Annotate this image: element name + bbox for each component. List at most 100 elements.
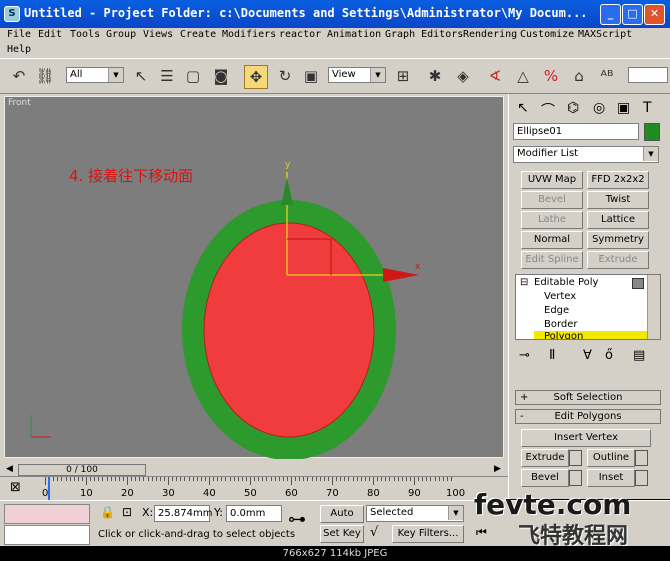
stack-expand-icon[interactable]: ⊟ bbox=[520, 277, 528, 288]
set-key-button[interactable]: Set Key bbox=[320, 525, 364, 543]
set-key-icon[interactable]: ⊶ bbox=[288, 509, 306, 530]
pivot-icon[interactable]: ⊞ bbox=[392, 65, 414, 87]
motion-tab-icon[interactable]: ◎ bbox=[593, 100, 605, 116]
snap-icon[interactable]: ◈ bbox=[452, 65, 474, 87]
move-icon[interactable]: ✥ bbox=[244, 65, 268, 89]
track-bar[interactable]: ⊠ 0 10 20 30 40 50 60 70 80 90 100 bbox=[0, 476, 508, 500]
gizmo-x-arrow[interactable] bbox=[383, 268, 419, 282]
hierarchy-tab-icon[interactable]: ⌬ bbox=[567, 100, 579, 116]
spinner-snap-icon[interactable]: % bbox=[540, 65, 562, 87]
stack-item-vertex[interactable]: Vertex bbox=[544, 291, 576, 302]
create-tab-icon[interactable]: ↖ bbox=[517, 100, 529, 116]
bevel-modifier-button[interactable]: Bevel bbox=[521, 191, 583, 209]
key-tangent-icon[interactable]: √ bbox=[370, 525, 378, 540]
configure-sets-icon[interactable]: ▤ bbox=[633, 348, 645, 363]
select-manipulate-icon[interactable]: ✱ bbox=[424, 65, 446, 87]
lock-selection-icon[interactable]: 🔒 bbox=[100, 505, 115, 519]
named-selection-field[interactable] bbox=[628, 67, 668, 83]
utilities-tab-icon[interactable]: T bbox=[643, 100, 652, 116]
menu-views[interactable]: Views bbox=[143, 29, 173, 40]
lathe-button[interactable]: Lathe bbox=[521, 211, 583, 229]
outline-settings-icon[interactable] bbox=[635, 450, 648, 466]
maxscript-listener-field[interactable] bbox=[4, 504, 90, 524]
stack-item-edge[interactable]: Edge bbox=[544, 305, 569, 316]
edit-polygons-rollout[interactable]: - Edit Polygons bbox=[515, 409, 661, 424]
menu-file[interactable]: File bbox=[7, 29, 31, 40]
angle-snap-icon[interactable]: ∢ bbox=[484, 65, 506, 87]
menu-animation[interactable]: Animation bbox=[327, 29, 381, 40]
twist-button[interactable]: Twist bbox=[587, 191, 649, 209]
soft-selection-rollout[interactable]: + Soft Selection bbox=[515, 390, 661, 405]
stack-item-polygon[interactable]: Polygon bbox=[534, 331, 654, 339]
rotate-icon[interactable]: ↻ bbox=[274, 65, 296, 87]
menu-tools[interactable]: Tools bbox=[70, 29, 100, 40]
menu-edit[interactable]: Edit bbox=[38, 29, 62, 40]
extrude-modifier-button[interactable]: Extrude bbox=[587, 251, 649, 269]
edit-spline-button[interactable]: Edit Spline bbox=[521, 251, 583, 269]
maximize-button[interactable]: □ bbox=[622, 4, 643, 25]
prev-frame-icon[interactable]: ◀ bbox=[6, 464, 13, 474]
time-slider-thumb[interactable]: 0 / 100 bbox=[18, 464, 146, 476]
close-button[interactable]: ✕ bbox=[644, 4, 665, 25]
modifier-list-dropdown[interactable]: Modifier List ▼ bbox=[513, 146, 659, 163]
key-mode-dropdown[interactable]: Selected ▼ bbox=[366, 505, 464, 522]
y-coordinate-field[interactable]: 0.0mm bbox=[226, 505, 282, 522]
next-frame-icon[interactable]: ▶ bbox=[494, 464, 501, 474]
menu-create[interactable]: Create bbox=[180, 29, 216, 40]
auto-key-button[interactable]: Auto Key bbox=[320, 505, 364, 535]
lattice-button[interactable]: Lattice bbox=[587, 211, 649, 229]
uvw-map-button[interactable]: UVW Map bbox=[521, 171, 583, 189]
remove-modifier-icon[interactable]: ő bbox=[605, 348, 613, 363]
percent-snap-icon[interactable]: △ bbox=[512, 65, 534, 87]
key-filters-button[interactable]: Key Filters... bbox=[392, 525, 464, 543]
window-crossing-icon[interactable]: ◙ bbox=[210, 65, 232, 87]
stack-item-border[interactable]: Border bbox=[544, 319, 578, 330]
time-slider-track[interactable]: 0 / 100 ◀ ▶ bbox=[0, 464, 508, 476]
modify-tab-icon[interactable]: ⌒ bbox=[541, 100, 555, 120]
bevel-button[interactable]: Bevel bbox=[521, 469, 569, 487]
menu-rendering[interactable]: Rendering bbox=[463, 29, 517, 40]
maxscript-output-field[interactable] bbox=[4, 525, 90, 545]
menu-reactor[interactable]: reactor bbox=[279, 29, 321, 40]
modifier-stack[interactable]: ⊟ Editable Poly Vertex Edge Border Polyg… bbox=[515, 274, 661, 340]
show-end-result-icon[interactable]: Ⅱ bbox=[549, 348, 555, 363]
inset-button[interactable]: Inset bbox=[587, 469, 635, 487]
pin-stack-icon[interactable]: ⊸ bbox=[519, 348, 530, 363]
object-color-swatch[interactable] bbox=[644, 123, 660, 141]
select-arrow-icon[interactable]: ↖ bbox=[130, 65, 152, 87]
absolute-mode-icon[interactable]: ⊡ bbox=[122, 505, 132, 519]
link-icon[interactable]: ⛓ bbox=[34, 65, 56, 87]
x-coordinate-field[interactable]: 25.874mm bbox=[154, 505, 212, 522]
mini-curve-editor-icon[interactable]: ⊠ bbox=[10, 480, 21, 495]
insert-vertex-button[interactable]: Insert Vertex bbox=[521, 429, 651, 447]
scale-icon[interactable]: ▣ bbox=[300, 65, 322, 87]
stack-item-editable-poly[interactable]: Editable Poly bbox=[534, 277, 598, 288]
object-name-field[interactable]: Ellipse01 bbox=[513, 123, 639, 140]
select-by-name-icon[interactable]: ☰ bbox=[156, 65, 178, 87]
named-selection-icon[interactable]: ⌂ bbox=[568, 65, 590, 87]
menu-modifiers[interactable]: Modifiers bbox=[222, 29, 276, 40]
normal-button[interactable]: Normal bbox=[521, 231, 583, 249]
bevel-settings-icon[interactable] bbox=[569, 470, 582, 486]
go-to-start-icon[interactable]: ⏮ bbox=[476, 525, 487, 540]
extrude-settings-icon[interactable] bbox=[569, 450, 582, 466]
front-viewport[interactable]: Front y x 4. 接着往下移动面 bbox=[4, 96, 504, 459]
menu-group[interactable]: Group bbox=[106, 29, 136, 40]
extrude-button[interactable]: Extrude bbox=[521, 449, 569, 467]
inner-ellipse[interactable] bbox=[203, 222, 375, 438]
menu-maxscript[interactable]: MAXScript bbox=[578, 29, 632, 40]
rect-select-icon[interactable]: ▢ bbox=[182, 65, 204, 87]
selection-filter-dropdown[interactable]: All ▼ bbox=[66, 67, 124, 83]
symmetry-button[interactable]: Symmetry bbox=[587, 231, 649, 249]
current-frame-marker[interactable] bbox=[48, 477, 50, 500]
abc-icon[interactable]: ᴬᴮ bbox=[596, 65, 618, 87]
undo-icon[interactable]: ↶ bbox=[8, 65, 30, 87]
gizmo-y-arrow[interactable] bbox=[281, 177, 293, 205]
stack-scrollbar[interactable] bbox=[647, 275, 660, 339]
display-tab-icon[interactable]: ▣ bbox=[617, 100, 630, 116]
outline-button[interactable]: Outline bbox=[587, 449, 635, 467]
ffd-button[interactable]: FFD 2x2x2 bbox=[587, 171, 649, 189]
menu-customize[interactable]: Customize bbox=[520, 29, 574, 40]
reference-coord-dropdown[interactable]: View ▼ bbox=[328, 67, 386, 83]
make-unique-icon[interactable]: ∀ bbox=[583, 348, 592, 363]
